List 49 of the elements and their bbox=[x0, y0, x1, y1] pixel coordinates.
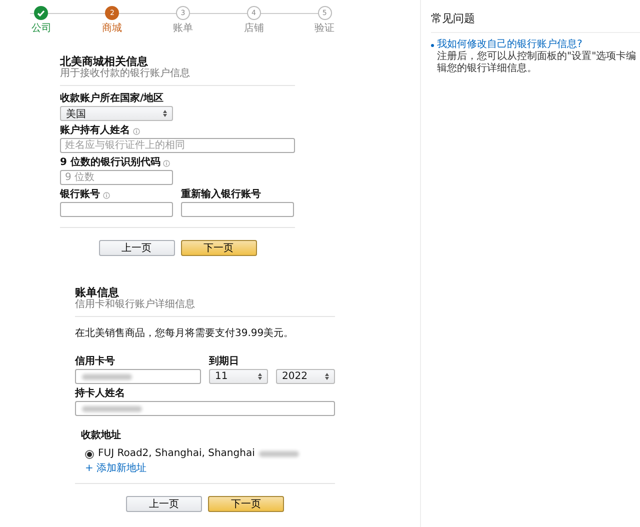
radio-button[interactable] bbox=[85, 450, 94, 458]
blurred-value bbox=[258, 451, 299, 457]
account-number-field[interactable] bbox=[181, 202, 294, 217]
next-button[interactable]: 下一页 bbox=[180, 240, 256, 256]
next-button[interactable]: 下一页 bbox=[208, 496, 284, 512]
caret-icon bbox=[325, 373, 329, 380]
field-label: 到期日 bbox=[209, 356, 240, 368]
holder-name-field[interactable]: 姓名应与银行证件上的相同 bbox=[60, 138, 295, 153]
step-label: 店铺 bbox=[244, 22, 264, 35]
routing-number-field[interactable]: 9 位数 bbox=[60, 170, 173, 185]
field-label: 收款地址 bbox=[81, 430, 122, 442]
field-label: 重新输入银行账号 bbox=[181, 189, 262, 201]
year-select[interactable]: 2022 bbox=[276, 369, 335, 384]
country-select[interactable]: 美国 bbox=[60, 106, 173, 121]
caret-icon bbox=[163, 110, 167, 117]
address-text: FUJ Road2, Shanghai, Shanghai bbox=[98, 448, 255, 460]
check-icon bbox=[37, 10, 46, 16]
caret-icon bbox=[258, 373, 262, 380]
step-label: 商城 bbox=[102, 22, 122, 35]
step-label: 公司 bbox=[31, 22, 52, 35]
section-title: 账单信息 bbox=[75, 286, 120, 299]
fee-notice: 在北美销售商品，您每月将需要支付39.99美元。 bbox=[75, 328, 295, 340]
faq-answer: 注册后，您可以从控制面板的"设置"选项卡编辑您的银行详细信息。 bbox=[437, 51, 638, 75]
add-address-link[interactable]: + 添加新地址 bbox=[85, 463, 335, 475]
field-label: 持卡人姓名 bbox=[75, 388, 126, 400]
field-label: 账户持有人姓名 bbox=[60, 125, 295, 137]
field-label: 银行账号 bbox=[60, 189, 173, 201]
month-select[interactable]: 11 bbox=[209, 369, 268, 384]
field-label: 信用卡号 bbox=[75, 356, 116, 368]
cardholder-name-field[interactable] bbox=[75, 401, 335, 416]
section-subtitle: 用于接收付款的银行账户信息 bbox=[60, 68, 191, 80]
step-label: 验证 bbox=[314, 22, 335, 35]
section-subtitle: 信用卡和银行账户详细信息 bbox=[75, 299, 196, 311]
card-number-field[interactable] bbox=[75, 369, 201, 384]
account-number-field[interactable] bbox=[60, 202, 173, 217]
info-icon bbox=[163, 160, 170, 166]
back-button[interactable]: 上一页 bbox=[126, 496, 202, 512]
back-button[interactable]: 上一页 bbox=[98, 240, 174, 256]
faq-title: 常见问题 bbox=[431, 12, 640, 33]
info-icon bbox=[133, 128, 140, 134]
blurred-value bbox=[82, 406, 142, 412]
info-icon bbox=[103, 192, 110, 198]
field-label: 收款账户所在国家/地区 bbox=[60, 93, 165, 105]
section-title: 北美商城相关信息 bbox=[60, 55, 149, 68]
bullet-icon bbox=[431, 44, 434, 47]
field-label: 9 位数的银行识别代码 bbox=[60, 157, 173, 169]
blurred-value bbox=[82, 374, 132, 380]
step-label: 账单 bbox=[172, 22, 193, 35]
faq-question-link[interactable]: 我如何修改自己的银行账户信息? bbox=[437, 39, 582, 51]
